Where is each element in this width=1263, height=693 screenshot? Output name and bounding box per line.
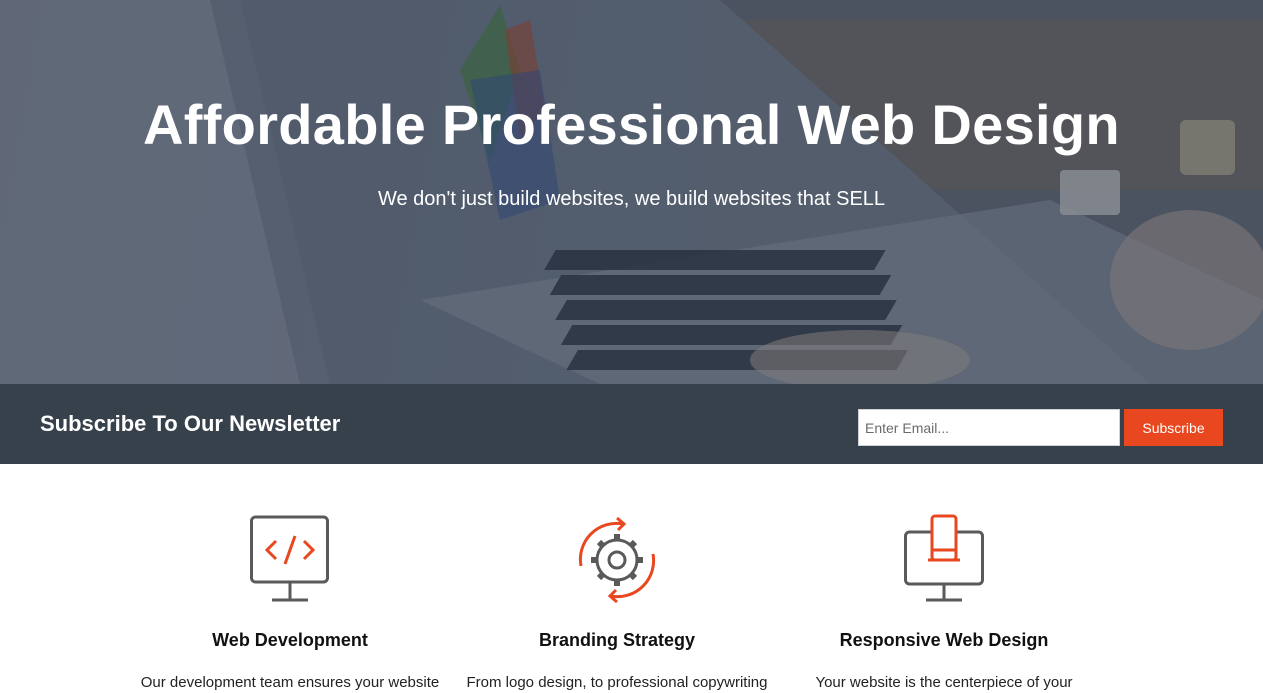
service-text: From logo design, to professional copywr… — [466, 674, 768, 691]
code-monitor-icon — [250, 515, 329, 602]
service-title: Web Development — [212, 630, 368, 650]
service-text: Our development team ensures your websit… — [140, 674, 440, 691]
subscribe-button[interactable]: Subscribe — [1124, 409, 1223, 446]
service-text: Your website is the centerpiece of your — [815, 674, 1073, 691]
service-title: Responsive Web Design — [839, 630, 1049, 650]
services-section: Web Development Our development team ens… — [0, 464, 1263, 693]
hero-section: Affordable Professional Web Design We do… — [0, 0, 1263, 384]
service-title: Branding Strategy — [538, 630, 696, 650]
email-input[interactable] — [858, 409, 1120, 446]
newsletter-title: Subscribe To Our Newsletter — [40, 411, 341, 436]
gear-sync-icon — [578, 516, 656, 604]
responsive-devices-icon — [904, 514, 984, 602]
hero-title: Affordable Professional Web Design — [143, 93, 1120, 156]
hero-subtitle: We don't just build websites, we build w… — [377, 188, 886, 210]
